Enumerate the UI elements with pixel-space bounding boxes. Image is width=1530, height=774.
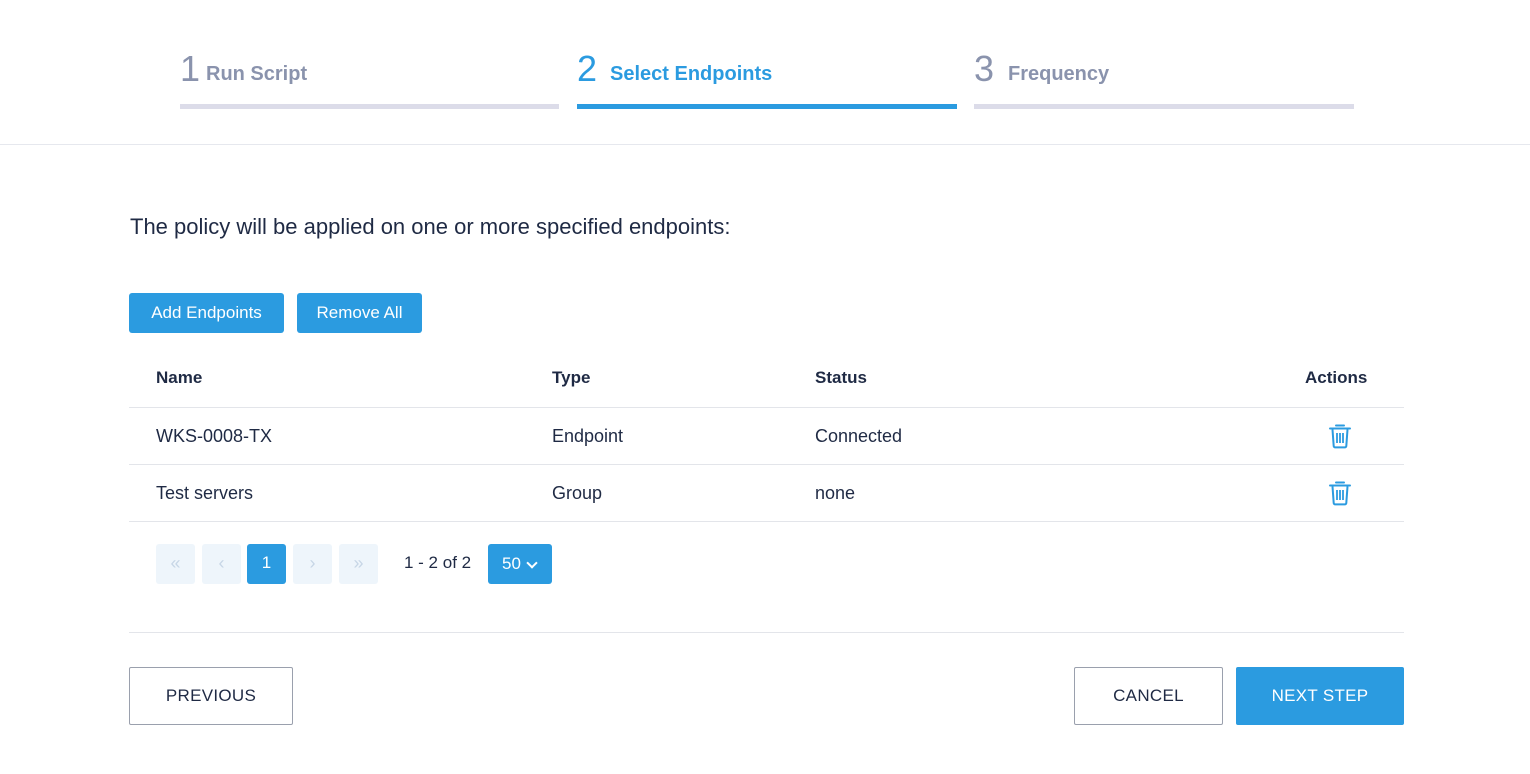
- cell-status: none: [815, 483, 856, 503]
- first-page-button[interactable]: «: [156, 544, 195, 584]
- trash-icon[interactable]: [1328, 480, 1352, 506]
- footer-divider: [129, 632, 1404, 633]
- prev-page-button[interactable]: ‹: [202, 544, 241, 584]
- step-progress-bar: [577, 104, 957, 109]
- table-row: WKS-0008-TX Endpoint Connected: [129, 408, 1404, 465]
- wizard-stepper: 1 Run Script 2 Select Endpoints 3 Freque…: [0, 0, 1530, 145]
- cell-name: Test servers: [156, 483, 254, 503]
- pagination-range: 1 - 2 of 2: [404, 553, 472, 572]
- next-page-button[interactable]: ›: [293, 544, 332, 584]
- page-size-select[interactable]: 50: [488, 544, 552, 584]
- next-step-button[interactable]: NEXT STEP: [1236, 667, 1404, 725]
- previous-button[interactable]: PREVIOUS: [129, 667, 293, 725]
- cell-type: Group: [552, 483, 603, 503]
- step-label: Select Endpoints: [610, 63, 773, 85]
- step-number: 1: [180, 48, 201, 89]
- step-number: 3: [974, 48, 995, 89]
- step-run-script[interactable]: 1 Run Script: [180, 48, 559, 109]
- column-header-type[interactable]: Type: [552, 368, 590, 388]
- step-select-endpoints[interactable]: 2 Select Endpoints: [577, 48, 957, 109]
- step-frequency[interactable]: 3 Frequency: [974, 48, 1354, 109]
- last-page-button[interactable]: »: [339, 544, 378, 584]
- endpoints-table: Name Type Status Actions WKS-0008-TX End…: [129, 350, 1404, 522]
- cell-status: Connected: [815, 426, 903, 446]
- cancel-button[interactable]: CANCEL: [1074, 667, 1223, 725]
- step-label: Frequency: [1008, 63, 1110, 85]
- table-row: Test servers Group none: [129, 465, 1404, 522]
- cell-name: WKS-0008-TX: [156, 426, 273, 446]
- trash-icon[interactable]: [1328, 423, 1352, 449]
- add-endpoints-button[interactable]: Add Endpoints: [129, 293, 284, 333]
- remove-all-button[interactable]: Remove All: [297, 293, 422, 333]
- column-header-actions: Actions: [1305, 368, 1368, 387]
- step-label: Run Script: [206, 63, 308, 85]
- chevron-down-icon: [526, 557, 538, 569]
- step-progress-bar: [180, 104, 559, 109]
- intro-text: The policy will be applied on one or mor…: [130, 214, 731, 239]
- step-number: 2: [577, 48, 598, 89]
- column-header-name[interactable]: Name: [156, 368, 202, 388]
- page-1-button[interactable]: 1: [247, 544, 286, 584]
- table-header: Name Type Status Actions: [129, 350, 1404, 408]
- column-header-status[interactable]: Status: [815, 368, 867, 388]
- step-progress-bar: [974, 104, 1354, 109]
- cell-type: Endpoint: [552, 426, 624, 446]
- page-size-value: 50: [502, 554, 521, 573]
